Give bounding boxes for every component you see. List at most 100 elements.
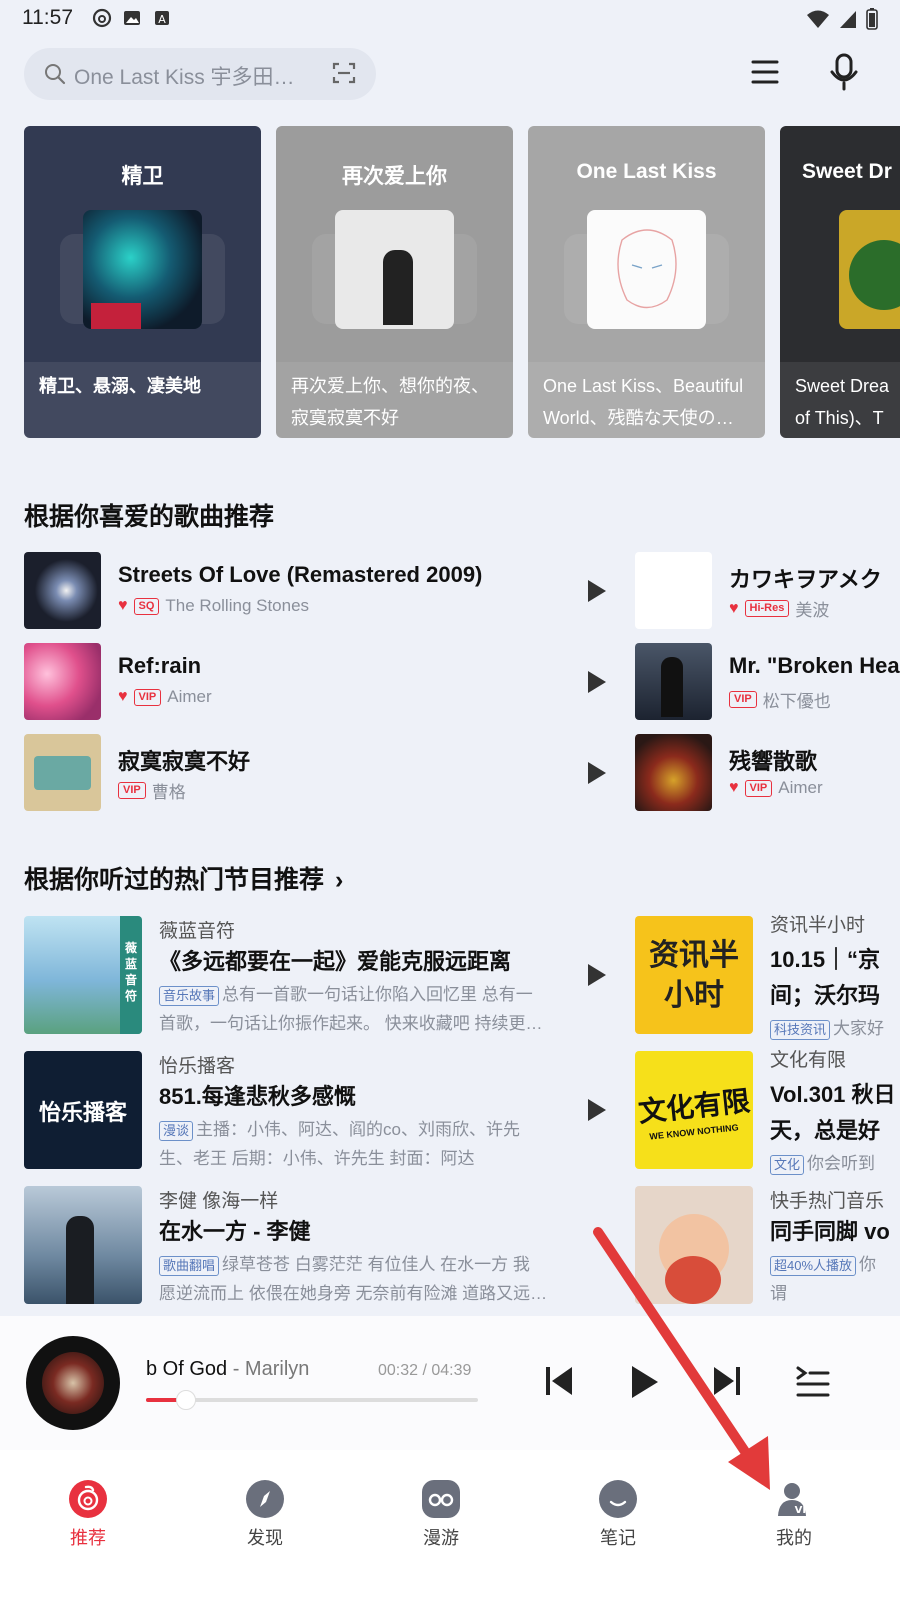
play-icon[interactable] [630, 1364, 660, 1405]
notes-icon [599, 1480, 637, 1518]
tab-recommend[interactable]: 推荐 [38, 1480, 138, 1550]
image-notification-icon [122, 8, 142, 28]
progress-track[interactable] [146, 1390, 478, 1410]
play-icon[interactable] [588, 762, 606, 784]
scan-icon[interactable] [332, 61, 356, 90]
search-bar[interactable]: One Last Kiss 宇多田… [24, 48, 376, 100]
podcast-tag: 文化 [770, 1155, 805, 1175]
chevron-right-icon: › [334, 866, 344, 894]
menu-icon[interactable] [750, 58, 780, 91]
now-playing-song: b Of God [146, 1358, 228, 1380]
song-row[interactable]: Ref:rain ♥ VIP Aimer [24, 643, 614, 721]
card-subtitle-line2: of This)、T [795, 408, 884, 428]
tab-discover[interactable]: 发现 [215, 1480, 315, 1550]
play-icon[interactable] [588, 671, 606, 693]
search-input[interactable]: One Last Kiss 宇多田… [74, 61, 314, 91]
play-icon[interactable] [588, 964, 606, 986]
podcast-author: 资讯半小时 [770, 915, 866, 936]
song-row[interactable]: 残響散歌 ♥ VIP Aimer [635, 734, 900, 812]
playlist-icon[interactable] [796, 1366, 830, 1403]
podcast-desc-line: 生、老王 后期：小伟、许先生 封面：阿达 [159, 1149, 475, 1168]
song-meta: VIP 曹格 [118, 778, 186, 803]
album-cover [839, 210, 900, 329]
play-icon[interactable] [588, 1099, 606, 1121]
quality-tag: VIP [729, 691, 757, 708]
song-row[interactable]: 寂寞寂寞不好 VIP 曹格 [24, 734, 614, 812]
song-row[interactable]: Mr. "Broken Hea VIP 松下優也 [635, 643, 900, 721]
podcast-tag: 音乐故事 [159, 986, 220, 1006]
tab-label: 漫游 [423, 1528, 459, 1548]
podcast-tag: 超40%人播放 [770, 1256, 857, 1276]
podcast-title: 《多远都要在一起》爱能克服远距离 [159, 949, 512, 974]
podcast-section-title[interactable]: 根据你听过的热门节目推荐 › [24, 860, 343, 896]
status-bar: 11:57 A [0, 0, 900, 36]
podcast-row[interactable]: 资讯半 小时 资讯半小时 10.15｜“京 间；沃尔玛 科技资讯 大家好 [635, 910, 900, 1040]
card-title: One Last Kiss [576, 160, 717, 183]
podcast-title: Vol.301 秋日 天，总是好 [770, 1077, 896, 1149]
song-artist: 松下優也 [762, 692, 831, 711]
card-subtitle: 精卫、悬溺、凄美地 [39, 370, 244, 402]
podcast-row[interactable]: 快手热门音乐 同手同脚 vo 超40%人播放你 谓 [635, 1186, 900, 1306]
card-subtitle: Sweet Drea of This)、T [795, 370, 900, 434]
podcast-tag: 漫谈 [159, 1121, 194, 1141]
podcast-title: 在水一方 - 李健 [159, 1219, 311, 1244]
podcast-row[interactable]: 文化有限 WE KNOW NOTHING 文化有限 Vol.301 秋日 天，总… [635, 1045, 900, 1175]
playlist-card[interactable]: One Last Kiss One Last Kiss、Beautiful Wo… [528, 126, 765, 438]
tab-notes[interactable]: 笔记 [568, 1480, 668, 1550]
podcast-desc-text: 总有一首歌一句话让你陷入回忆里 总有一 [222, 985, 533, 1004]
svg-text:A: A [158, 13, 166, 26]
now-playing-disc[interactable] [26, 1336, 120, 1430]
card-subtitle-line1: Sweet Drea [795, 376, 890, 396]
progress-knob[interactable] [175, 1390, 196, 1410]
playlist-card[interactable]: 精卫 精卫、悬溺、凄美地 [24, 126, 261, 438]
song-meta: ♥ Hi-Res 美波 [729, 596, 829, 621]
bottom-tab-bar: 推荐 发现 漫游 笔记 VIP 我的 [0, 1450, 900, 1600]
song-cover [635, 643, 712, 720]
quality-tag: Hi-Res [744, 600, 790, 617]
song-row[interactable]: Streets Of Love (Remastered 2009) ♥ SQ T… [24, 552, 614, 630]
cover-cassette [34, 756, 91, 790]
song-artist: The Rolling Stones [165, 596, 310, 615]
next-icon[interactable] [712, 1364, 742, 1403]
song-row[interactable]: カワキヲアメク ♥ Hi-Res 美波 [635, 552, 900, 630]
podcast-row[interactable]: 怡乐播客 怡乐播客 851.每逢悲秋多感慨 漫谈 主播：小伟、阿达、阎的co、刘雨… [24, 1051, 614, 1171]
podcast-cover: 薇蓝音符 [24, 916, 142, 1034]
podcast-cover [24, 1186, 142, 1304]
app-screen: 11:57 A One Last Kiss 宇多田… 精卫 精卫、悬溺、凄美地 … [0, 0, 900, 1600]
tab-label: 推荐 [70, 1528, 106, 1548]
playlist-card[interactable]: Sweet Dr Sweet Drea of This)、T [780, 126, 900, 438]
album-cover [587, 210, 706, 329]
tab-mine[interactable]: VIP 我的 [744, 1480, 844, 1550]
song-title: カワキヲアメク [729, 567, 882, 592]
card-title: 精卫 [121, 165, 164, 188]
card-subtitle-line2: 寂寞寂寞不好 [291, 408, 399, 428]
now-playing-title[interactable]: b Of God - Marilyn I [146, 1358, 316, 1381]
tab-roam[interactable]: 漫游 [391, 1480, 491, 1550]
podcast-title-line: 天，总是好 [770, 1118, 881, 1143]
podcast-desc-text: 主播：小伟、阿达、阎的co、刘雨欣、许先 [196, 1120, 520, 1139]
play-icon[interactable] [588, 580, 606, 602]
cover-text: 薇蓝音符 [124, 941, 137, 1003]
cover-text-line: 小时 [664, 979, 724, 1012]
song-meta: ♥ VIP Aimer [729, 778, 823, 798]
mini-player[interactable]: b Of God - Marilyn I 00:32 / 04:39 [0, 1316, 900, 1450]
song-meta: ♥ VIP Aimer [118, 687, 212, 707]
podcast-row[interactable]: 薇蓝音符 薇蓝音符 《多远都要在一起》爱能克服远距离 音乐故事 总有一首歌一句话让… [24, 916, 614, 1036]
podcast-author: 李健 像海一样 [159, 1191, 279, 1212]
card-subtitle-line1: One Last Kiss、Beautiful [543, 376, 744, 396]
podcast-title: 10.15｜“京 间；沃尔玛 [770, 942, 880, 1014]
previous-icon[interactable] [544, 1364, 574, 1403]
song-cover [24, 734, 101, 811]
playlist-card[interactable]: 再次爱上你 再次爱上你、想你的夜、 寂寞寂寞不好 [276, 126, 513, 438]
song-cover [635, 734, 712, 811]
podcast-tag: 歌曲翻唱 [159, 1256, 220, 1276]
podcast-row[interactable]: 李健 像海一样 在水一方 - 李健 歌曲翻唱 绿草苍苍 白雾茫茫 有位佳人 在水一… [24, 1186, 614, 1306]
microphone-icon[interactable] [830, 52, 858, 97]
songs-section-title[interactable]: 根据你喜爱的歌曲推荐 [24, 497, 274, 533]
podcast-author: 快手热门音乐 [770, 1191, 885, 1212]
podcast-cover: 怡乐播客 [24, 1051, 142, 1169]
podcast-description: 科技资讯 大家好 [770, 1014, 900, 1043]
tab-label: 我的 [776, 1528, 812, 1548]
podcast-description: 文化 你会听到 [770, 1149, 900, 1178]
search-icon [44, 63, 66, 90]
